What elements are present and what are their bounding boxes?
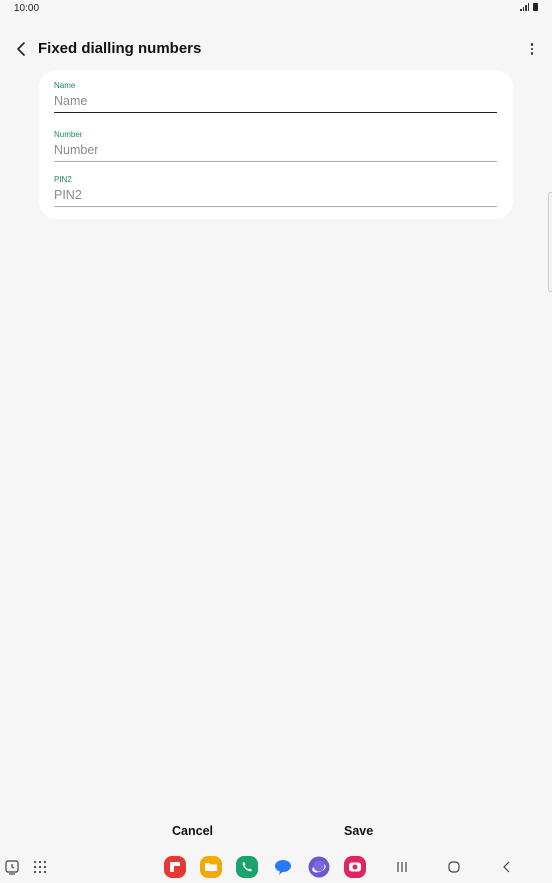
phone-green-icon xyxy=(236,856,258,878)
name-field-label: Name xyxy=(54,81,76,90)
app-bar: Fixed dialling numbers xyxy=(0,34,552,64)
cancel-button[interactable]: Cancel xyxy=(172,824,213,838)
phone-app[interactable] xyxy=(236,856,258,878)
status-bar: 10:00 xyxy=(0,0,552,18)
battery-icon xyxy=(533,3,538,11)
number-input[interactable] xyxy=(54,139,497,162)
number-field-group: Number xyxy=(54,130,497,162)
nav-back-button[interactable] xyxy=(496,856,518,878)
messages-app[interactable] xyxy=(272,856,294,878)
recents-icon xyxy=(397,862,407,872)
camera-pink-icon xyxy=(344,856,366,878)
home-icon xyxy=(448,861,460,873)
internet-purple-icon xyxy=(308,856,330,878)
edge-panel-handle[interactable] xyxy=(548,192,552,292)
my-files-app[interactable] xyxy=(200,856,222,878)
back-button[interactable] xyxy=(12,39,32,59)
name-field-group: Name xyxy=(54,81,497,113)
flipboard-red-icon xyxy=(164,856,186,878)
recent-apps-panel-button[interactable] xyxy=(1,856,23,878)
messages-blue-icon xyxy=(275,860,291,875)
name-input[interactable] xyxy=(54,90,497,113)
pin2-input[interactable] xyxy=(54,184,497,207)
save-button[interactable]: Save xyxy=(344,824,373,838)
back-arrow-icon xyxy=(17,42,25,56)
page-title: Fixed dialling numbers xyxy=(38,40,202,57)
status-time: 10:00 xyxy=(14,3,40,14)
app-drawer-button[interactable] xyxy=(29,856,51,878)
pin2-field-group: PIN2 xyxy=(54,175,497,207)
grid-icon xyxy=(33,860,47,874)
flipboard-app[interactable] xyxy=(164,856,186,878)
navigation-bar xyxy=(0,852,552,883)
recents-button[interactable] xyxy=(391,856,413,878)
form-card: Name Number PIN2 xyxy=(39,70,513,219)
status-icons xyxy=(520,3,538,11)
bottom-action-bar: Cancel Save xyxy=(0,820,552,844)
home-button[interactable] xyxy=(443,856,465,878)
recent-panel-icon xyxy=(5,860,19,875)
nav-back-icon xyxy=(503,861,510,873)
number-field-label: Number xyxy=(54,130,83,139)
camera-app[interactable] xyxy=(344,856,366,878)
more-options-icon xyxy=(530,43,534,46)
pin2-field-label: PIN2 xyxy=(54,175,72,184)
signal-icon xyxy=(520,3,529,11)
folder-yellow-icon xyxy=(200,856,222,878)
internet-app[interactable] xyxy=(308,856,330,878)
more-options-button[interactable] xyxy=(526,39,538,59)
